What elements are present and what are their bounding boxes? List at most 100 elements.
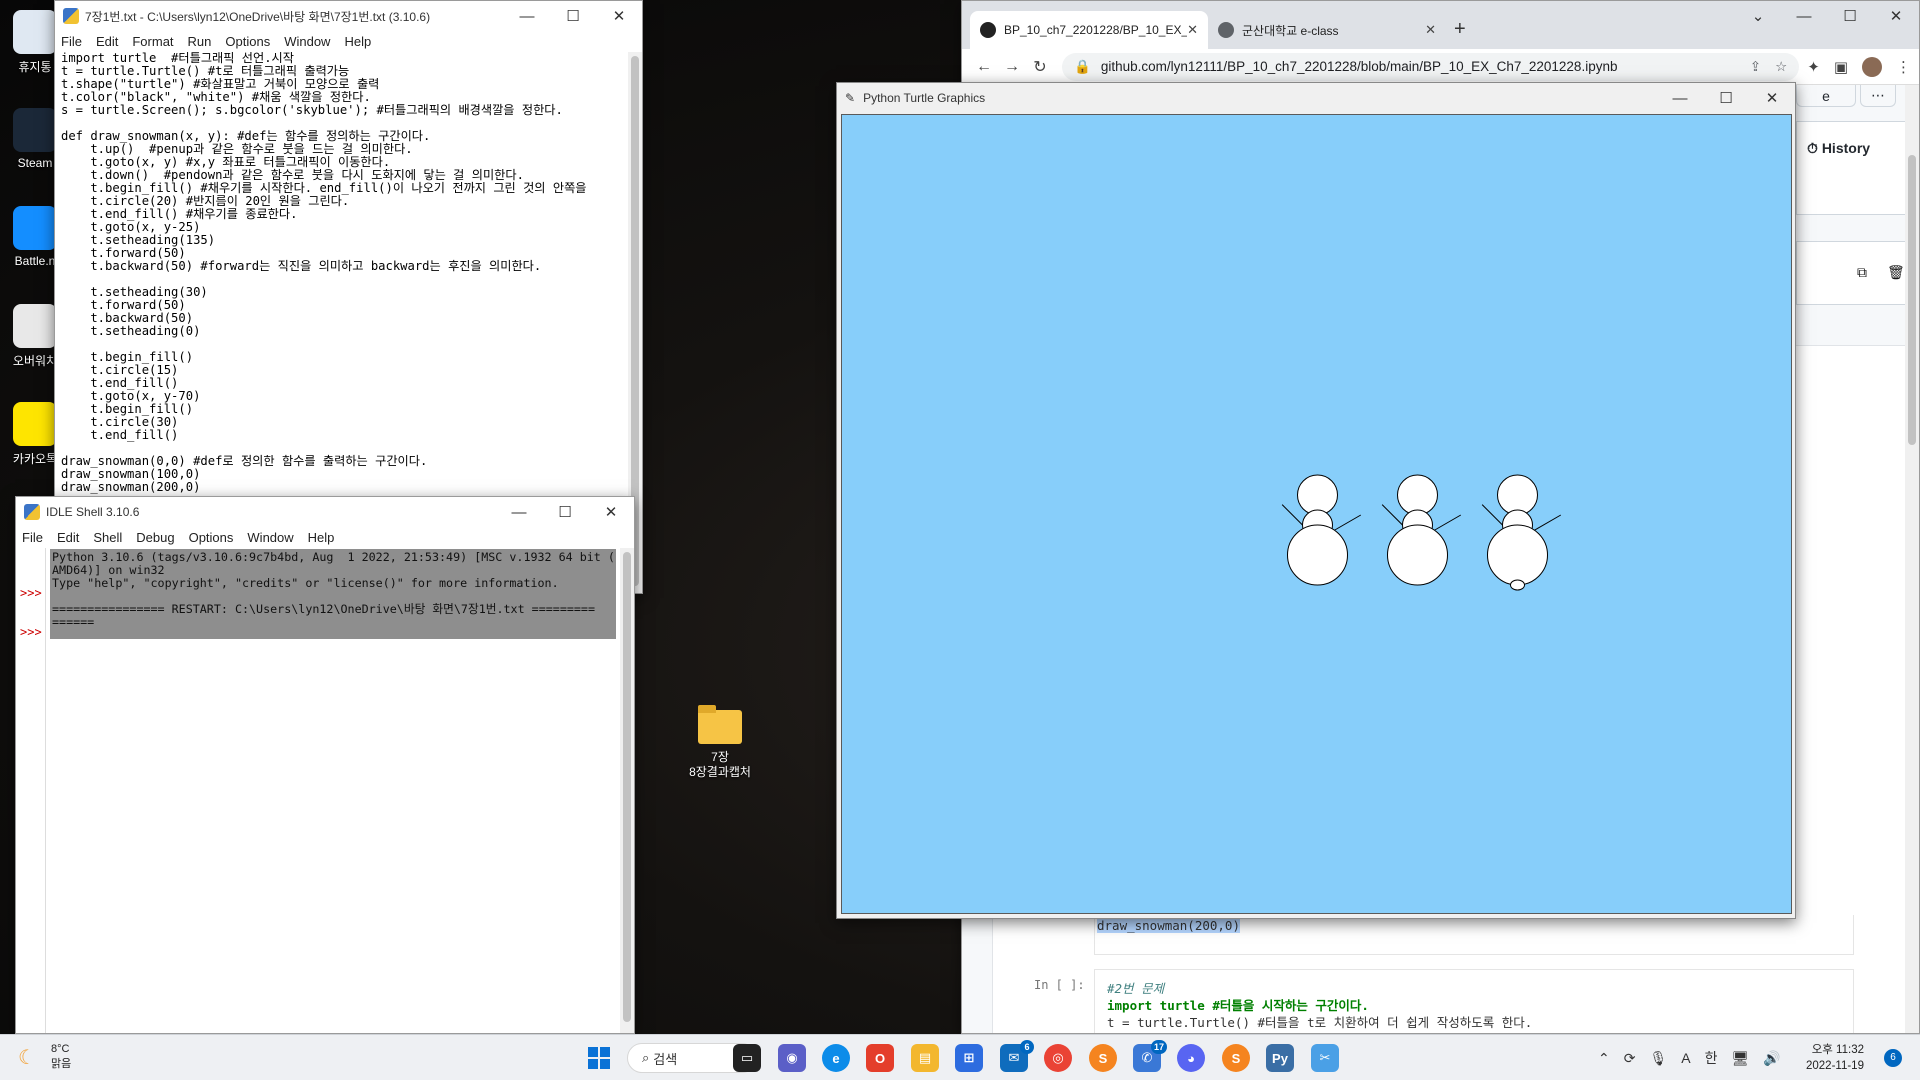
editor-menu-format[interactable]: Format [132,34,173,49]
close-button[interactable]: ✕ [1873,1,1919,31]
shell-output[interactable]: Python 3.10.6 (tags/v3.10.6:9c7b4bd, Aug… [50,549,616,639]
menu-kebab-icon[interactable]: ⋮ [1896,58,1911,76]
history-link[interactable]: ⏱ History [1797,122,1908,157]
reload-button[interactable]: ↻ [1026,57,1054,77]
shell-prompt-2: >>> [20,625,42,639]
code-line: t.backward(50) #forward는 직진을 의미하고 backwa… [61,259,542,273]
start-button[interactable] [585,1044,613,1072]
messenger-icon[interactable]: ✆ 17 [1133,1040,1167,1072]
editor-menu-window[interactable]: Window [284,34,330,49]
shell-menu-options[interactable]: Options [189,530,234,545]
minimize-button[interactable]: — [496,497,542,527]
weather-moon-icon: ☾ [18,1047,36,1069]
extensions-icon[interactable]: ✦ [1807,58,1820,76]
back-button[interactable]: ← [970,58,998,76]
chevron-down-icon[interactable]: ⌄ [1735,1,1781,31]
editor-menu-run[interactable]: Run [188,34,212,49]
idle-shell-window: IDLE Shell 3.10.6 — ☐ ✕ File Edit Shell Deb… [15,496,635,1034]
search-icon: ⌕ [642,1050,650,1065]
code-line: draw_snowman(200,0) [61,480,201,494]
shell-menu-help[interactable]: Help [308,530,335,545]
tab-github[interactable]: BP_10_ch7_2201228/BP_10_EX_C ✕ [970,11,1208,49]
shell-menu-debug[interactable]: Debug [136,530,174,545]
weather-widget[interactable]: 8°C 맑음 [51,1042,71,1072]
share-icon[interactable]: ⇪ [1750,59,1761,75]
copy-icon[interactable]: ⧉ [1857,264,1867,281]
turtle-cursor-icon [1510,579,1525,591]
snipping-tool-icon[interactable]: ✂ [1311,1044,1339,1072]
file-explorer-icon[interactable]: ▤ [911,1044,939,1072]
cell2-code: #2번 문제 import turtle #터틀을 시작하는 구간이다. t =… [1107,981,1533,1030]
volume-icon[interactable]: 🔊 [1763,1050,1780,1067]
code-line: s = turtle.Screen(); s.bgcolor('skyblue'… [61,103,563,117]
close-tab-icon[interactable]: ✕ [1187,22,1198,38]
forward-button[interactable]: → [998,58,1026,76]
maximize-button[interactable]: ☐ [550,1,596,31]
shell-menu-window[interactable]: Window [247,530,293,545]
url-text: github.com/lyn12111/BP_10_ch7_2201228/bl… [1100,59,1618,74]
minimize-button[interactable]: — [504,1,550,31]
partial-button[interactable]: e [1796,85,1856,107]
s-app-icon[interactable]: S [1089,1044,1117,1072]
chrome-icon[interactable]: ◎ [1044,1044,1072,1072]
chrome-tabstrip: BP_10_ch7_2201228/BP_10_EX_C ✕ 군산대학교 e-c… [962,1,1919,49]
store-icon[interactable]: ⊞ [955,1044,983,1072]
code-line: t.setheading(0) [61,324,201,338]
shell-menu-file[interactable]: File [22,530,43,545]
globe-icon [1218,22,1234,38]
shell-scrollbar[interactable] [620,548,634,1033]
python-shell-icon [24,504,40,520]
tab-eclass[interactable]: 군산대학교 e-class ✕ [1208,11,1446,49]
office-icon[interactable]: O [866,1044,894,1072]
trash-icon[interactable]: 🗑 [1887,264,1905,281]
ime-alpha-indicator[interactable]: A [1681,1050,1690,1066]
shell-prompt-gutter: >>> >>> [16,548,46,1033]
discord-icon[interactable]: ◕ [1177,1044,1205,1072]
teams-chat-icon[interactable]: ◉ [778,1044,806,1072]
avatar[interactable] [1862,56,1882,77]
python-icon[interactable]: Py [1266,1044,1294,1072]
shell-menu-shell[interactable]: Shell [93,530,122,545]
steam-icon [13,108,57,152]
shell-menu-edit[interactable]: Edit [57,530,79,545]
tab-eclass-label: 군산대학교 e-class [1242,23,1339,38]
turtle-canvas[interactable] [841,114,1792,914]
clock[interactable]: 오후 11:32 2022-11-19 [1806,1042,1864,1074]
maximize-button[interactable]: ☐ [1703,83,1749,113]
recycle-bin-icon [13,10,57,54]
ime-indicator[interactable]: 한 [1705,1048,1718,1068]
more-options-button[interactable]: ⋯ [1860,85,1896,107]
bookmark-star-icon[interactable]: ☆ [1775,59,1787,75]
snowman-head [1297,474,1338,516]
notification-badge[interactable]: 6 [1884,1049,1902,1067]
shell-output-line: ================ RESTART: C:\Users\lyn12… [52,602,595,616]
chrome-scrollbar[interactable] [1905,85,1919,1033]
maximize-button[interactable]: ☐ [542,497,588,527]
edge-icon[interactable]: e [822,1044,850,1072]
mail-icon[interactable]: ✉ 6 [1000,1040,1034,1072]
chevron-up-icon[interactable]: ⌃ [1598,1050,1610,1067]
editor-menu-help[interactable]: Help [344,34,371,49]
maximize-button[interactable]: ☐ [1827,1,1873,31]
folder-icon [698,705,742,744]
sync-icon[interactable]: ⟳ [1624,1050,1636,1067]
editor-menu-file[interactable]: File [61,34,82,49]
close-button[interactable]: ✕ [588,497,634,527]
close-tab-icon[interactable]: ✕ [1425,22,1436,38]
github-icon [980,22,996,38]
s-app2-icon[interactable]: S [1222,1044,1250,1072]
new-tab-button[interactable]: + [1454,18,1466,41]
editor-menu-edit[interactable]: Edit [96,34,118,49]
side-panel-icon[interactable]: ▣ [1834,58,1848,76]
desktop-folder[interactable]: 7장 8장결과캡처 [680,705,760,780]
minimize-button[interactable]: — [1781,1,1827,31]
task-view-icon[interactable]: ▭ [733,1044,761,1072]
close-button[interactable]: ✕ [1749,83,1795,113]
minimize-button[interactable]: — [1657,83,1703,113]
network-icon[interactable]: 🖥 [1731,1050,1749,1067]
tab-github-label: BP_10_ch7_2201228/BP_10_EX_C [1004,23,1188,37]
microphone-icon[interactable]: 🎙 [1649,1050,1667,1067]
editor-menu-options[interactable]: Options [225,34,270,49]
address-bar[interactable]: 🔒 github.com/lyn12111/BP_10_ch7_2201228/… [1062,52,1800,81]
close-button[interactable]: ✕ [596,1,642,31]
